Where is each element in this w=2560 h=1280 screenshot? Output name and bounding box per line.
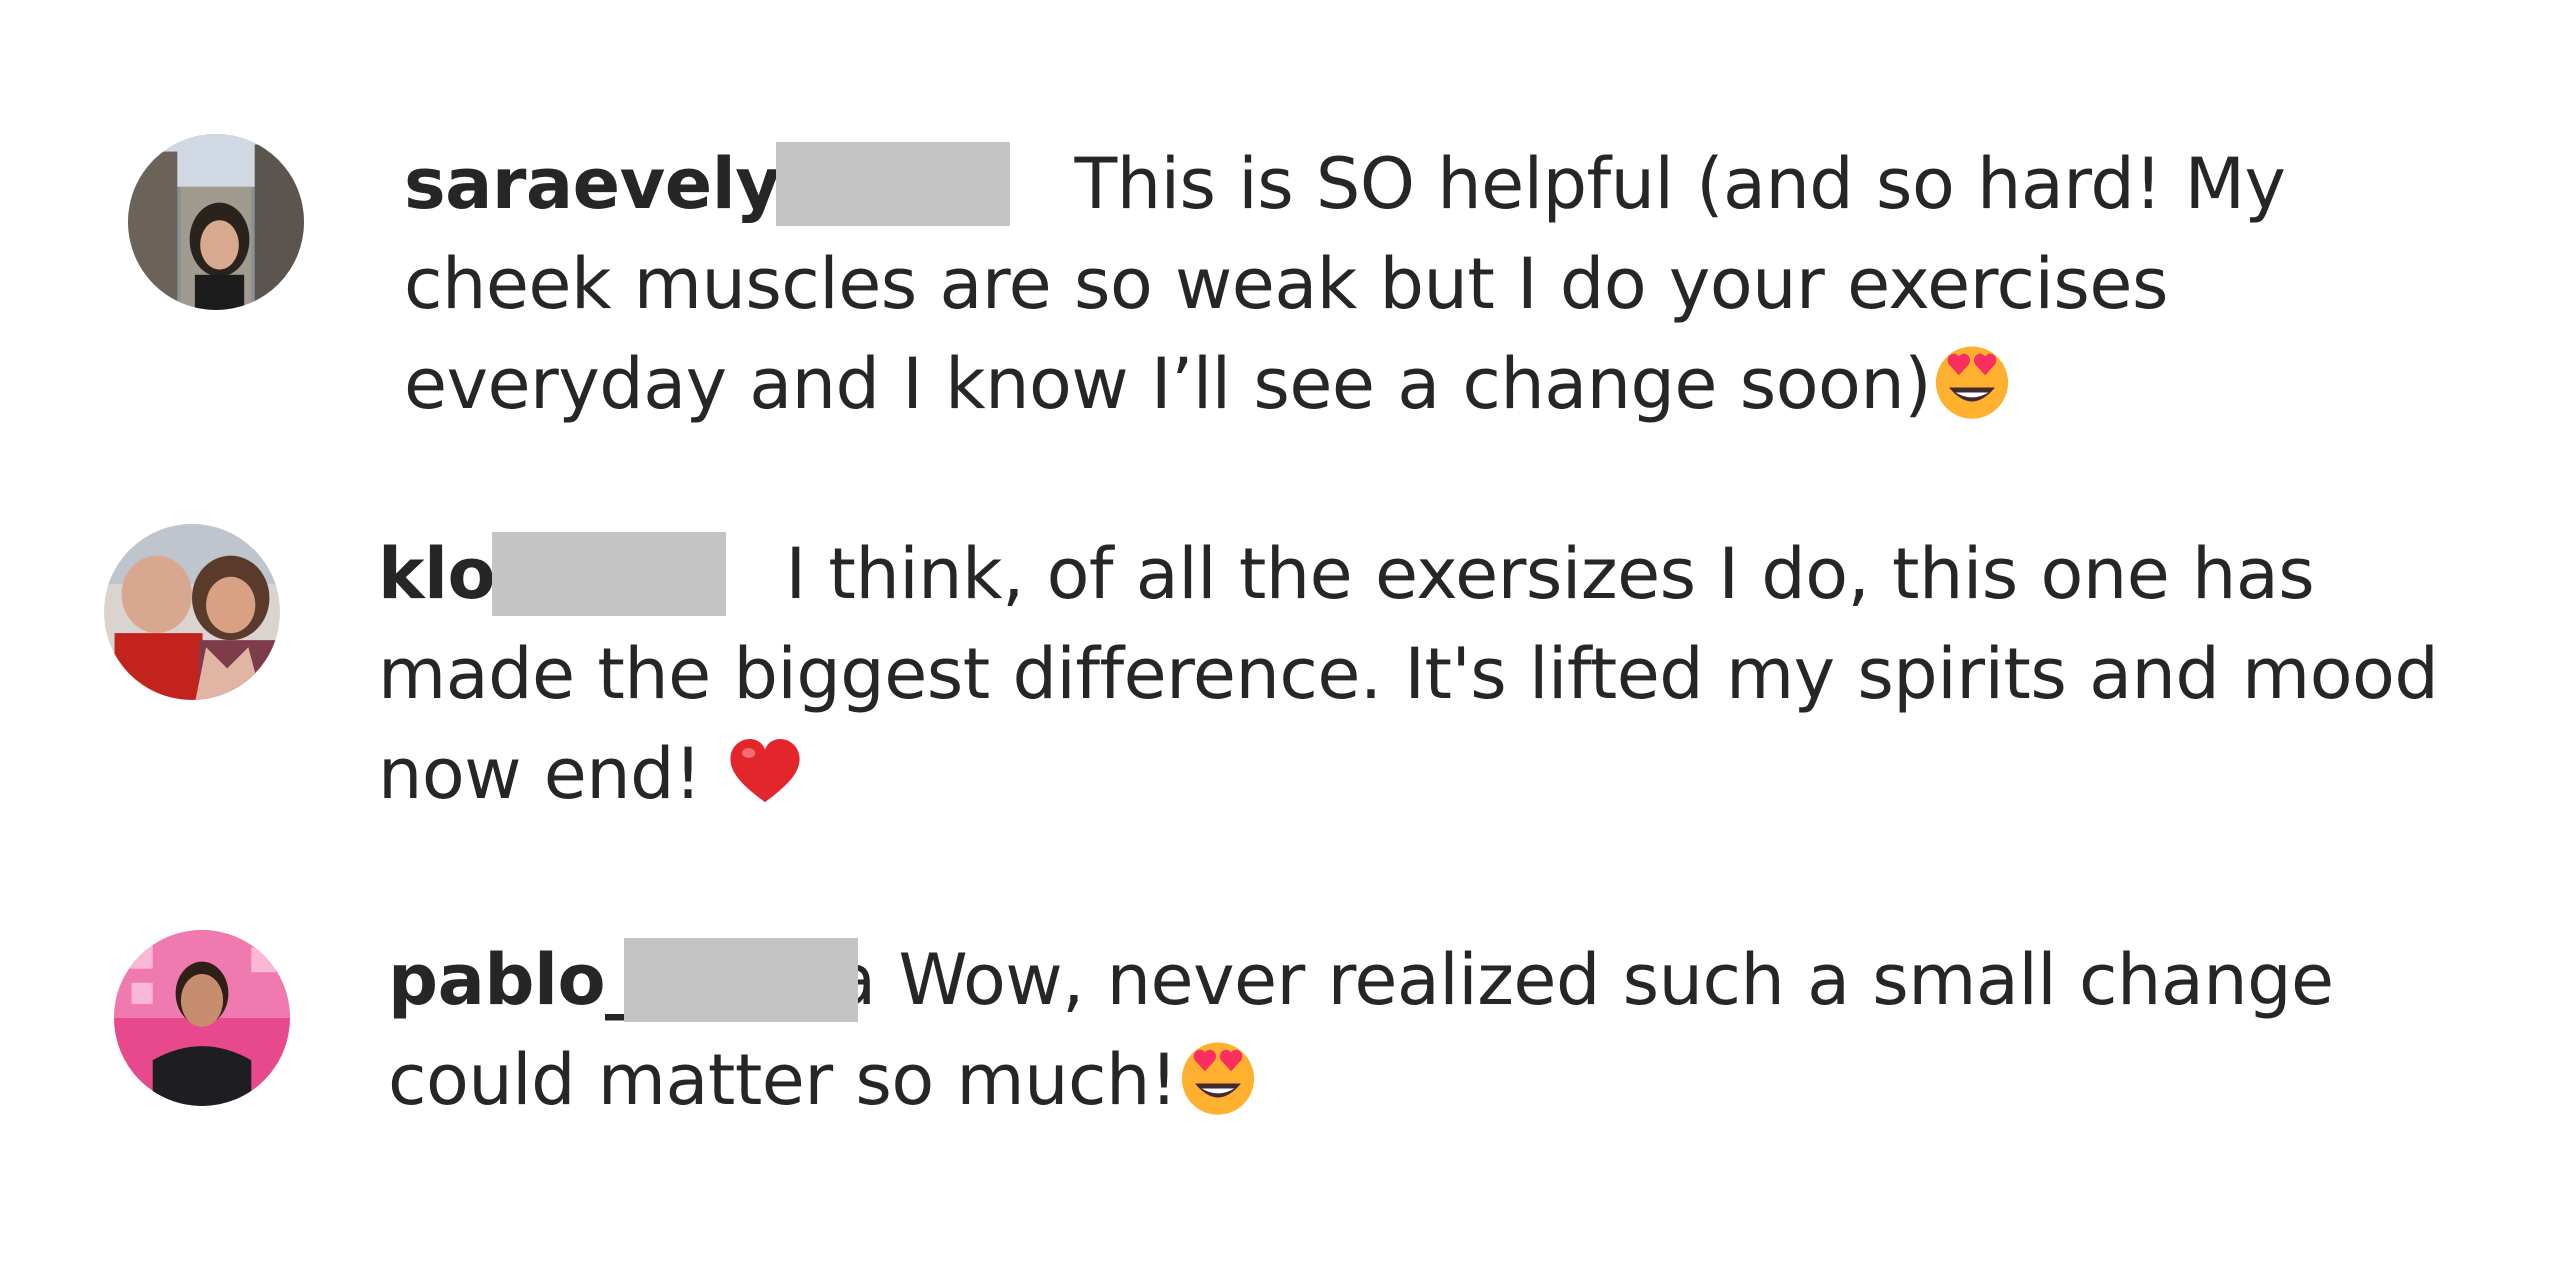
comment-text: pablo_c a Wow, never realized such a sma… [388, 930, 2508, 1130]
username[interactable]: pablo_c [388, 930, 858, 1030]
comments-list: saraevelyn This is SO helpful (and so ha… [0, 0, 2560, 1280]
comment-item: pablo_c a Wow, never realized such a sma… [0, 0, 2560, 1280]
redacted-block [624, 938, 858, 1022]
avatar[interactable] [114, 930, 290, 1106]
heart-eyes-icon [1177, 1036, 1259, 1118]
